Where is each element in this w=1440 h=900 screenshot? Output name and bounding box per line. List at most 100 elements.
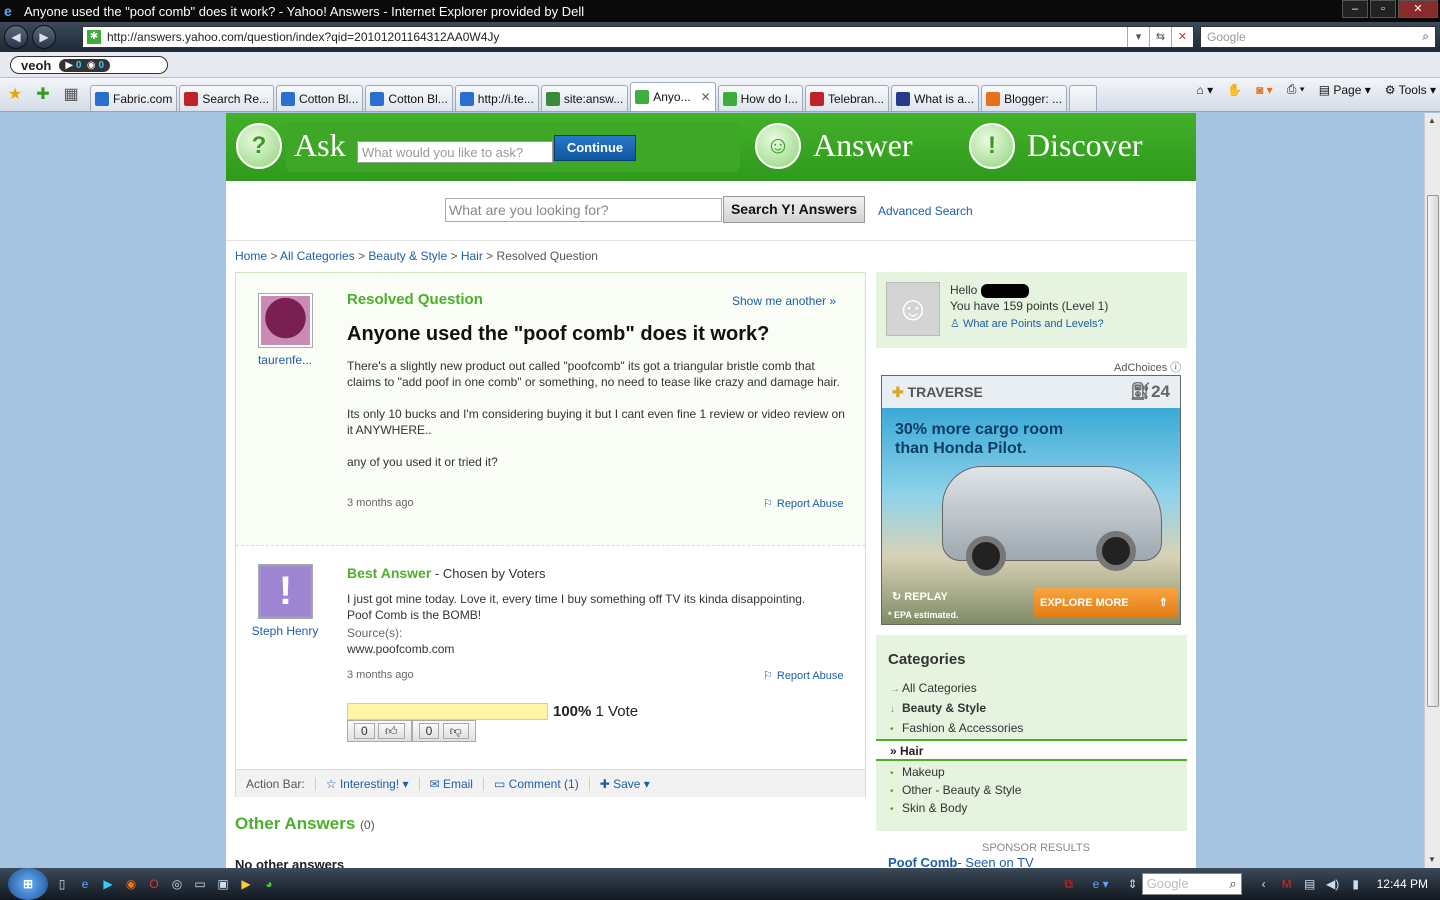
network-icon[interactable]: ▤ <box>1301 875 1319 893</box>
scroll-up-icon[interactable]: ▲ <box>1428 116 1436 125</box>
feeds-icon[interactable]: ◙ ▾ <box>1256 83 1273 97</box>
save-button[interactable]: ✚ Save ▾ <box>590 777 660 791</box>
window-switch-icon[interactable]: ▣ <box>214 875 232 893</box>
start-button[interactable]: ⊞ <box>8 868 48 900</box>
thumbs-down-button[interactable]: 0 👎︎ <box>411 720 476 742</box>
ie-icon[interactable]: e <box>76 875 94 893</box>
advanced-search-link[interactable]: Advanced Search <box>878 204 973 218</box>
browser-tab[interactable]: site:answ... <box>540 85 629 111</box>
search-icon[interactable]: ⌕ <box>1422 29 1429 44</box>
category-skin-body[interactable]: • Skin & Body <box>890 801 967 815</box>
page-menu[interactable]: ▤ Page ▾ <box>1319 83 1371 97</box>
discover-heading[interactable]: Discover <box>1027 127 1143 164</box>
address-bar[interactable]: ✱ http://answers.yahoo.com/question/inde… <box>82 26 1194 48</box>
monitor-icon[interactable]: ▭ <box>191 875 209 893</box>
forward-button[interactable]: ▶ <box>32 25 56 49</box>
veoh-widget[interactable]: veoh ▶ 0 ◉ 0 <box>10 56 168 74</box>
volume-icon[interactable]: ◀) <box>1324 875 1342 893</box>
chrome-icon[interactable]: ◕ <box>260 875 278 893</box>
search-input[interactable]: What are you looking for? <box>445 198 722 222</box>
asker-name[interactable]: taurenfe... <box>240 353 330 367</box>
continue-button[interactable]: Continue <box>554 135 636 161</box>
firefox-icon[interactable]: ◉ <box>122 875 140 893</box>
breadcrumb-hair[interactable]: Hair <box>461 249 483 263</box>
category-fashion[interactable]: • Fashion & Accessories <box>890 721 1023 735</box>
browser-search-input[interactable]: Google ⌕ <box>1200 26 1436 48</box>
home-icon[interactable]: ⌂ ▾ <box>1197 83 1214 97</box>
print-icon[interactable]: ⎙ ▾ <box>1287 82 1305 97</box>
ad-replay-button[interactable]: ↻ REPLAY <box>892 590 948 603</box>
media-player-icon[interactable]: ▶ <box>99 875 117 893</box>
ask-heading[interactable]: Ask <box>294 127 346 164</box>
comment-button[interactable]: ▭ Comment (1) <box>484 776 590 791</box>
battery-icon[interactable]: ▮ <box>1347 875 1365 893</box>
refresh-icon[interactable]: ⇆ <box>1149 27 1171 47</box>
scroll-down-icon[interactable]: ▼ <box>1428 855 1436 864</box>
category-other[interactable]: • Other - Beauty & Style <box>890 783 1021 797</box>
back-button[interactable]: ◀ <box>4 25 28 49</box>
minimize-button[interactable]: – <box>1342 0 1368 18</box>
chevrolet-ad[interactable]: ✚ TRAVERSE ⛽︎24 30% more cargo room than… <box>881 375 1181 625</box>
tools-menu[interactable]: ⚙ Tools ▾ <box>1385 83 1436 97</box>
user-avatar[interactable]: ☺ <box>886 282 940 336</box>
ie-taskbar-button[interactable]: e ▾ <box>1083 875 1119 893</box>
quick-tabs-icon[interactable]: ▦ <box>60 84 82 106</box>
source-link[interactable]: www.poofcomb.com <box>347 642 454 656</box>
add-favorite-icon[interactable]: ✚ <box>32 84 54 106</box>
asker-avatar[interactable] <box>258 293 313 348</box>
video-icon[interactable]: ▶ <box>237 875 255 893</box>
answer-heading[interactable]: Answer <box>813 127 913 164</box>
answer-report-abuse[interactable]: ⚐ Report Abuse <box>763 669 844 682</box>
thumbs-up-button[interactable]: 0 👍︎ <box>347 720 412 742</box>
new-tab-button[interactable] <box>1069 85 1098 111</box>
points-levels-link[interactable]: ♙ What are Points and Levels? <box>950 316 1108 332</box>
disc-icon[interactable]: ◎ <box>168 875 186 893</box>
interesting-button[interactable]: ☆ Interesting! ▾ <box>316 776 420 791</box>
veoh-counters[interactable]: ▶ 0 ◉ 0 <box>59 58 110 72</box>
breadcrumb-all-categories[interactable]: All Categories <box>280 249 355 263</box>
browser-tab[interactable]: http://i.te... <box>454 85 539 111</box>
browser-tab[interactable]: Cotton Bl... <box>276 85 364 111</box>
vertical-scrollbar[interactable]: ▲ ▼ <box>1424 113 1440 868</box>
browser-tab[interactable]: Anyo... ✕ <box>630 82 716 111</box>
browser-tab[interactable]: Blogger: ... <box>981 85 1068 111</box>
answerer-avatar[interactable]: ! <box>258 564 313 619</box>
browser-tab[interactable]: Telebran... <box>804 85 890 111</box>
show-another-link[interactable]: Show me another » <box>732 294 836 308</box>
acrobat-icon[interactable]: ⧉ <box>1060 875 1078 893</box>
question-report-abuse[interactable]: ⚐ Report Abuse <box>763 497 844 510</box>
ad-explore-button[interactable]: EXPLORE MORE ⇑ <box>1034 588 1178 618</box>
close-tab-icon[interactable]: ✕ <box>701 90 711 104</box>
mcafee-icon[interactable]: M <box>1278 875 1296 893</box>
show-desktop-icon[interactable]: ▯ <box>53 875 71 893</box>
breadcrumb-beauty-style[interactable]: Beauty & Style <box>368 249 447 263</box>
stop-icon[interactable]: ✕ <box>1171 27 1193 47</box>
scrollbar-thumb[interactable] <box>1427 195 1439 707</box>
maximize-button[interactable]: ▫ <box>1370 0 1396 18</box>
favorites-star-icon[interactable]: ★ <box>4 84 26 106</box>
category-beauty-style[interactable]: ↓ Beauty & Style <box>890 701 986 715</box>
research-icon[interactable]: ✋ <box>1227 83 1242 97</box>
close-button[interactable]: ✕ <box>1398 0 1438 18</box>
opera-icon[interactable]: O <box>145 875 163 893</box>
scroll-arrows-icon[interactable]: ⇕ <box>1124 875 1142 893</box>
ask-input[interactable]: What would you like to ask? <box>357 141 553 163</box>
sponsor-link[interactable]: Poof Comb- Seen on TV <box>888 855 1034 868</box>
address-url[interactable]: http://answers.yahoo.com/question/index?… <box>107 30 499 44</box>
adchoices-link[interactable]: AdChoices ⓘ <box>1114 359 1181 375</box>
clock[interactable]: 12:44 PM <box>1377 877 1428 891</box>
browser-tab[interactable]: Search Re... <box>179 85 275 111</box>
breadcrumb-home[interactable]: Home <box>235 249 267 263</box>
answerer-name[interactable]: Steph Henry <box>240 624 330 638</box>
category-hair-selected[interactable]: » Hair <box>876 739 1187 761</box>
search-icon[interactable]: ⌕ <box>1229 876 1236 892</box>
taskbar-search-input[interactable]: Google ⌕ <box>1141 873 1242 895</box>
search-button[interactable]: Search Y! Answers <box>723 196 865 223</box>
tray-arrow-icon[interactable]: ‹ <box>1255 875 1273 893</box>
address-dropdown-icon[interactable]: ▾ <box>1127 27 1149 47</box>
category-makeup[interactable]: • Makeup <box>890 765 945 779</box>
browser-tab[interactable]: What is a... <box>891 85 980 111</box>
browser-tab[interactable]: Fabric.com <box>90 85 178 111</box>
browser-tab[interactable]: Cotton Bl... <box>365 85 453 111</box>
email-button[interactable]: ✉ Email <box>420 776 484 791</box>
